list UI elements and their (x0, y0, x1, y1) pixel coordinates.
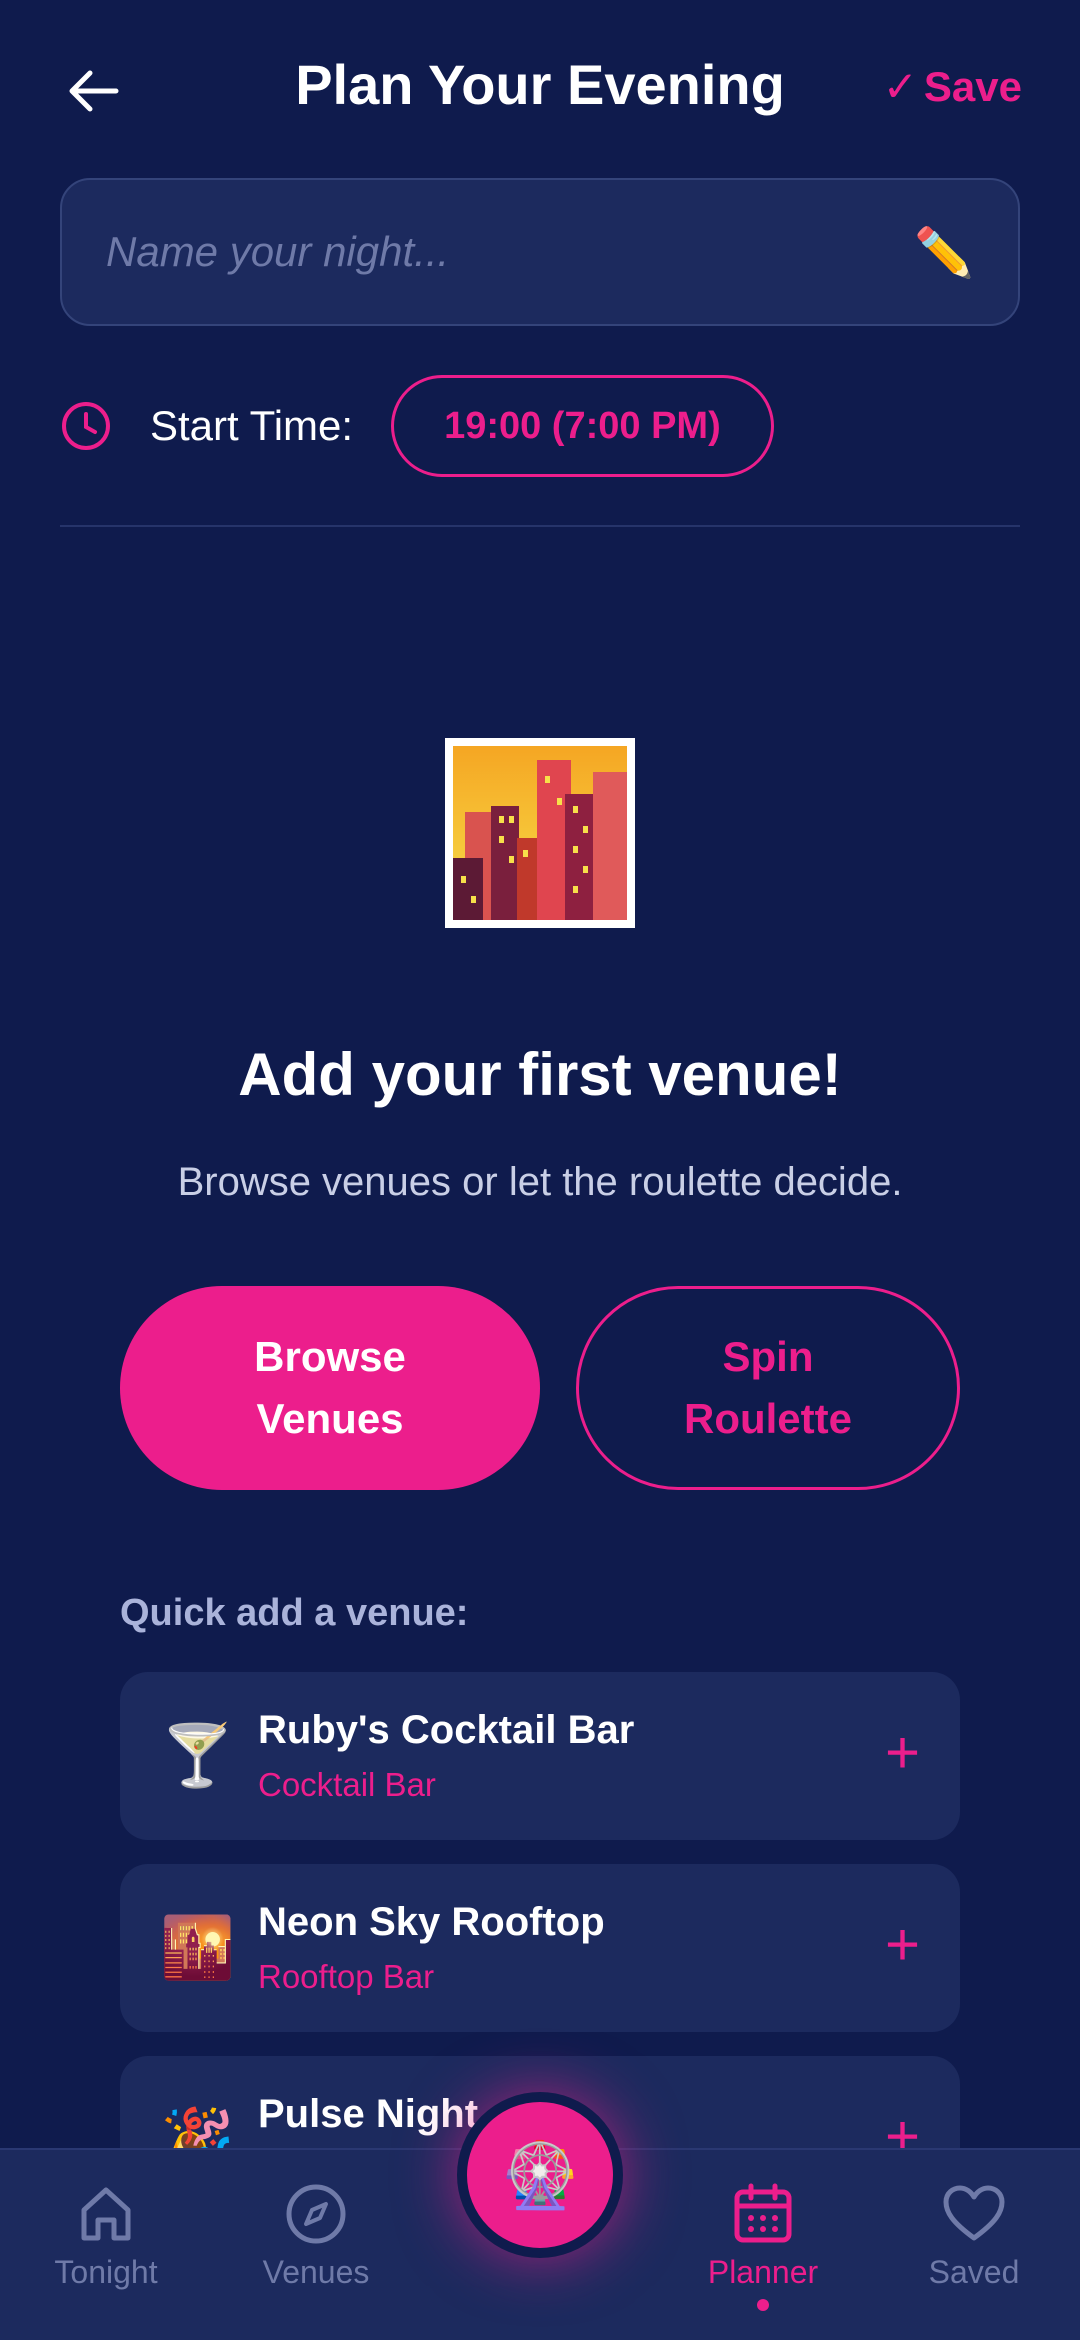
heart-icon (943, 2185, 1005, 2241)
empty-state-title: Add your first venue! (238, 1041, 842, 1108)
venue-card-rubys-cocktail-bar[interactable]: 🍸 Ruby's Cocktail Bar Cocktail Bar + (120, 1672, 960, 1840)
night-name-input[interactable] (106, 228, 915, 276)
cityscape-dusk-icon (445, 738, 635, 928)
venue-name: Pulse Night (258, 2092, 479, 2136)
header: Plan Your Evening ✓ Save (0, 0, 1080, 170)
venue-card-neon-sky-rooftop[interactable]: 🌇 Neon Sky Rooftop Rooftop Bar + (120, 1864, 960, 2032)
clock-icon (62, 402, 110, 450)
nav-planner[interactable]: Planner (683, 2182, 843, 2311)
spin-roulette-button[interactable]: Spin Roulette (576, 1286, 960, 1490)
divider (60, 525, 1020, 527)
compass-icon (286, 2184, 346, 2244)
roulette-fab-button[interactable]: 🎡 (457, 2092, 623, 2258)
quick-add-label: Quick add a venue: (120, 1592, 469, 1634)
venue-type: Cocktail Bar (258, 1766, 436, 1803)
cityscape-icon: 🌇 (160, 1914, 235, 1981)
calendar-icon (734, 2183, 792, 2243)
nav-label: Venues (262, 2254, 370, 2290)
checkmark-icon: ✓ (882, 63, 918, 110)
nav-label: Tonight (54, 2254, 158, 2290)
venue-name: Neon Sky Rooftop (258, 1900, 605, 1944)
home-icon (81, 2187, 131, 2241)
cocktail-glass-icon: 🍸 (160, 1722, 235, 1789)
venue-name: Ruby's Cocktail Bar (258, 1708, 635, 1752)
nav-label: Saved (928, 2254, 1020, 2290)
nav-venues[interactable]: Venues (236, 2182, 396, 2291)
save-label: Save (923, 62, 1022, 110)
nav-saved[interactable]: Saved (894, 2182, 1054, 2291)
night-name-field[interactable]: ✏️ (60, 178, 1020, 326)
add-venue-plus-icon[interactable]: + (885, 1718, 920, 1788)
browse-venues-button[interactable]: Browse Venues (120, 1286, 540, 1490)
start-time-label: Start Time: (150, 402, 354, 449)
venue-type: Rooftop Bar (258, 1958, 435, 1995)
empty-state-subtitle: Browse venues or let the roulette decide… (177, 1160, 903, 1204)
pencil-icon: ✏️ (914, 226, 974, 280)
start-time-row: Start Time: 19:00 (7:00 PM) (60, 374, 1020, 478)
active-indicator-dot (757, 2299, 769, 2311)
ferris-wheel-icon: 🎡 (500, 2138, 580, 2211)
start-time-picker[interactable]: 19:00 (7:00 PM) (391, 375, 774, 477)
save-button[interactable]: ✓ Save (883, 62, 1022, 111)
nav-label: Planner (707, 2254, 819, 2290)
add-venue-plus-icon[interactable]: + (885, 1910, 920, 1980)
nav-tonight[interactable]: Tonight (26, 2182, 186, 2291)
